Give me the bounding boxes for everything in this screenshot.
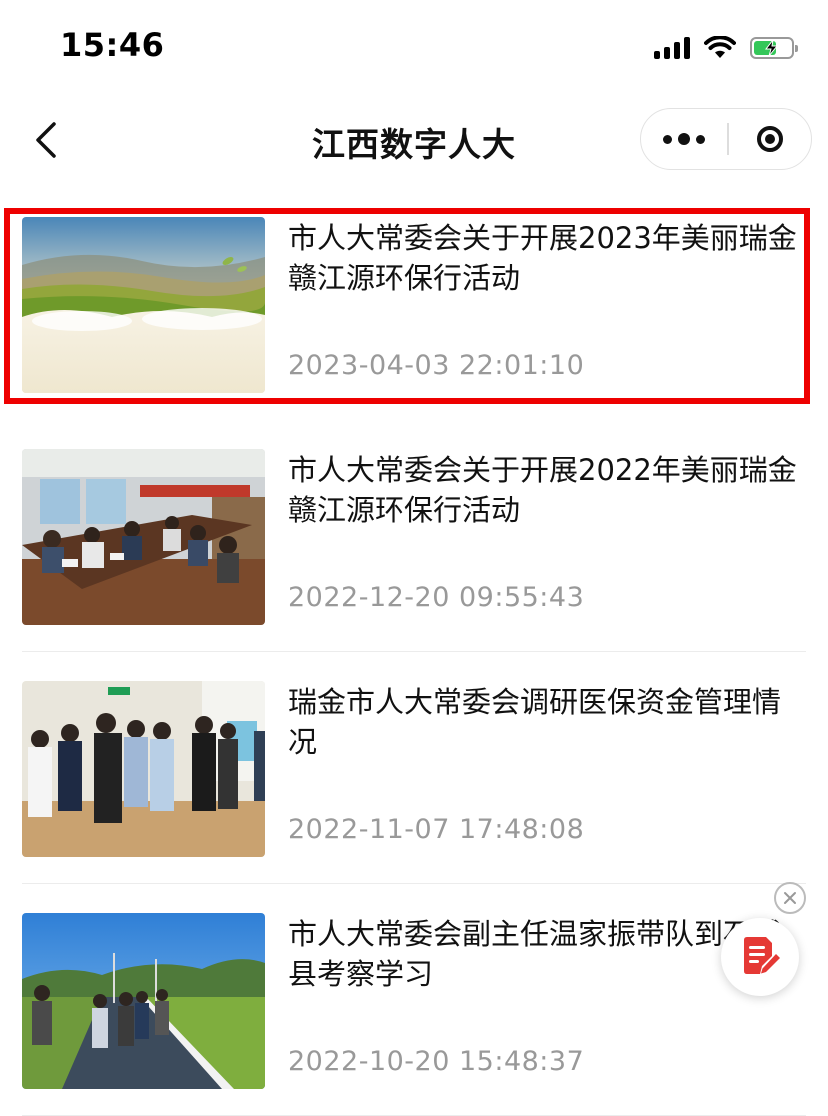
status-bar: 15:46 bbox=[0, 0, 828, 100]
article-thumbnail-meeting bbox=[22, 449, 265, 625]
article-item[interactable]: 市人大常委会副主任温家振带队到石城县考察学习 2022-10-20 15:48:… bbox=[0, 886, 828, 1116]
article-thumbnail-landscape bbox=[22, 217, 265, 393]
capsule-close-icon bbox=[757, 126, 783, 152]
article-date: 2022-12-20 09:55:43 bbox=[288, 582, 585, 613]
status-icons bbox=[654, 36, 798, 60]
article-date: 2023-04-03 22:01:10 bbox=[288, 350, 585, 381]
status-time: 15:46 bbox=[60, 26, 165, 64]
article-item[interactable]: 瑞金市人大常委会调研医保资金管理情况 2022-11-07 17:48:08 bbox=[0, 654, 828, 884]
fab-close-button[interactable] bbox=[774, 882, 806, 914]
floating-edit-button[interactable] bbox=[721, 918, 799, 996]
close-circle-icon bbox=[784, 892, 796, 904]
more-button[interactable] bbox=[641, 109, 727, 169]
article-thumbnail-field-visit bbox=[22, 913, 265, 1089]
article-date: 2022-11-07 17:48:08 bbox=[288, 814, 585, 845]
nav-bar: 江西数字人大 bbox=[0, 100, 828, 180]
article-item[interactable]: 市人大常委会关于开展2022年美丽瑞金赣江源环保行活动 2022-12-20 0… bbox=[0, 422, 828, 652]
article-date: 2022-10-20 15:48:37 bbox=[288, 1046, 585, 1077]
article-thumbnail-hospital bbox=[22, 681, 265, 857]
divider bbox=[22, 883, 806, 884]
wifi-icon bbox=[704, 36, 736, 58]
mini-program-capsule bbox=[640, 108, 812, 170]
more-dots-icon bbox=[663, 134, 672, 144]
divider bbox=[22, 651, 806, 652]
article-title: 市人大常委会关于开展2022年美丽瑞金赣江源环保行活动 bbox=[288, 453, 797, 527]
article-title: 市人大常委会关于开展2023年美丽瑞金赣江源环保行活动 bbox=[288, 221, 797, 295]
close-mini-program-button[interactable] bbox=[728, 109, 812, 169]
edit-document-icon bbox=[744, 937, 780, 974]
battery-charging-icon bbox=[750, 37, 798, 59]
cellular-signal-icon bbox=[654, 37, 690, 59]
article-title: 瑞金市人大常委会调研医保资金管理情况 bbox=[288, 685, 782, 759]
article-item[interactable]: 市人大常委会关于开展2023年美丽瑞金赣江源环保行活动 2023-04-03 2… bbox=[0, 190, 828, 420]
